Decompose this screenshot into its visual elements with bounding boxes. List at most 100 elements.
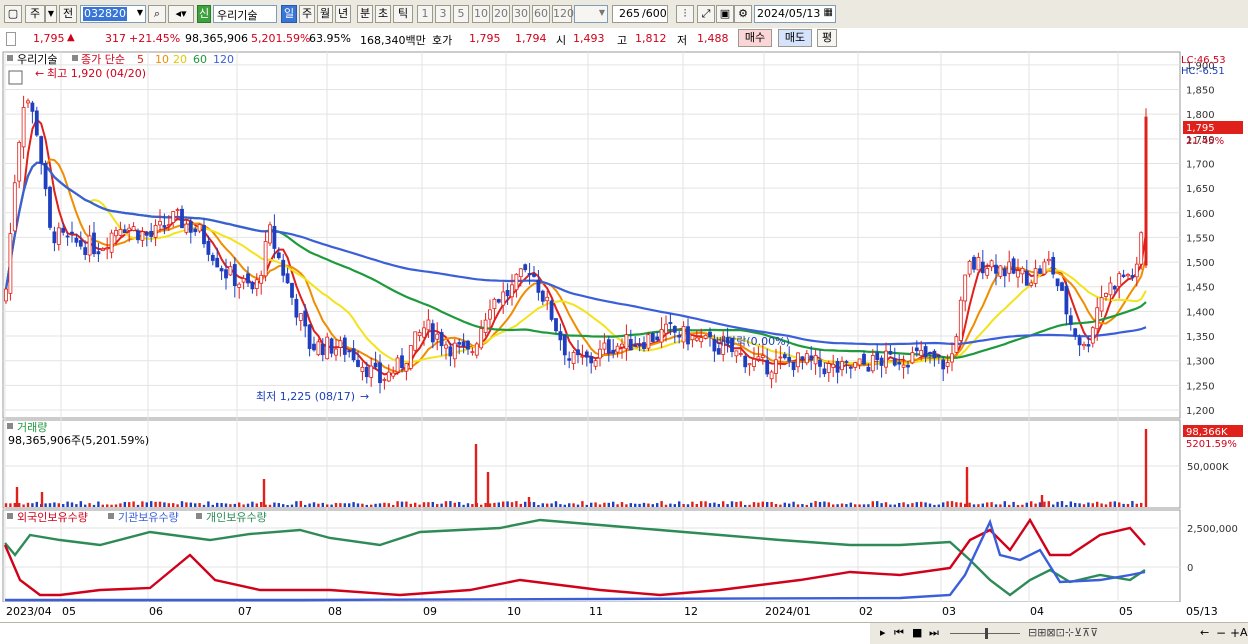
ask-price: 1,795 [469, 32, 501, 45]
open-label: 시 [556, 34, 567, 47]
count-field[interactable]: 265 /600 [612, 5, 668, 23]
candle-body [52, 231, 57, 244]
sound-icon[interactable]: ◂▾ [168, 5, 194, 23]
candle-body [998, 265, 1003, 277]
volume-bar [40, 492, 44, 507]
volume-bar [766, 501, 769, 507]
candle-body [276, 252, 281, 259]
calculator-icon [8, 70, 23, 85]
market-type-button[interactable]: 전 [59, 5, 77, 23]
zoom-in-icon[interactable]: + [1230, 626, 1240, 640]
volume-bar [110, 504, 113, 507]
candle-body [8, 233, 13, 294]
candle-body [197, 224, 202, 232]
last-price-label: 1,795 [1186, 123, 1215, 134]
volume-bar [946, 501, 949, 507]
last-volume-label: 98,366K [1186, 427, 1228, 438]
chart-tools-icon[interactable]: ⊟⊞⊠⊡⊹⊻⊼⊽ [1028, 626, 1098, 639]
candle-body [1038, 268, 1042, 274]
rewind-icon[interactable]: ⏮ [894, 626, 904, 640]
stock-code-input[interactable]: 032820 ▼ [80, 5, 146, 23]
time-tick-label: 09 [423, 605, 437, 618]
chevron-down-icon[interactable]: ▼ [599, 8, 605, 17]
interval-60-button[interactable]: 60 [532, 5, 550, 23]
candle-icon[interactable]: ⫶ [676, 5, 694, 23]
volume-bar [383, 502, 386, 507]
bid-price: 1,794 [515, 32, 547, 45]
interval-120-button[interactable]: 120 [552, 5, 574, 23]
interval-1-button[interactable]: 1 [417, 5, 433, 23]
legend-foreign: 외국인보유수량 [17, 511, 88, 524]
volume-bar [779, 504, 782, 507]
candle-body [210, 254, 215, 261]
interval-10-button[interactable]: 10 [472, 5, 490, 23]
stock-chart[interactable]: 1,900 1,850 1,800 1,750 1,700 1,650 1,600 1,550… [0, 50, 1248, 643]
sell-button[interactable]: 매도 [778, 29, 812, 47]
panel-icon [7, 513, 13, 519]
save-icon[interactable]: ▣ [716, 5, 734, 23]
candle-body [501, 291, 506, 306]
gear-icon[interactable]: ⚙ [734, 5, 752, 23]
period-second-button[interactable]: 초 [375, 5, 391, 23]
candle-body [708, 331, 712, 338]
chevron-down-icon[interactable]: ▼ [137, 8, 143, 17]
interval-3-button[interactable]: 3 [435, 5, 451, 23]
ma10-label: 10 [155, 53, 169, 66]
volume-bar [1082, 504, 1086, 507]
candle-body [285, 273, 290, 284]
volume-bar [150, 501, 153, 507]
chart-canvas[interactable]: 1,9001,8501,8001,7501,7001,6501,6001,550… [0, 50, 1248, 622]
period-week-button[interactable]: 주 [299, 5, 315, 23]
chevron-down-icon[interactable]: ▼ [45, 5, 57, 23]
low-label: 저 [677, 34, 688, 47]
stock-name-field[interactable]: 우리기술 [213, 5, 277, 23]
fast-forward-icon[interactable]: ⏭ [929, 626, 939, 640]
layout-icon[interactable]: ▢ [4, 5, 22, 23]
candle-body [219, 268, 224, 272]
volume-bar [198, 503, 201, 507]
volume-bar [744, 504, 747, 507]
candle-body [1082, 343, 1086, 347]
volume-bar [84, 504, 87, 507]
zoom-out-icon[interactable]: − [1216, 626, 1226, 640]
candle-body [391, 372, 396, 377]
calendar-icon[interactable]: ▦ [824, 7, 833, 18]
font-icon[interactable]: A [1240, 626, 1248, 639]
interval-5-button[interactable]: 5 [453, 5, 469, 23]
candle-body [312, 343, 316, 351]
trade-amount: 168,340백만 [360, 34, 426, 47]
stop-icon[interactable]: ■ [912, 626, 922, 639]
scroll-left-icon[interactable]: ← [1200, 626, 1209, 639]
candle-body [870, 355, 875, 372]
candle-body [254, 279, 259, 289]
custom-interval-input[interactable]: ▼ [574, 5, 608, 23]
zoom-slider-handle[interactable] [985, 628, 988, 639]
candle-body [43, 162, 48, 190]
scroll-right-icon[interactable]: ▸ [880, 626, 886, 639]
period-day-button[interactable]: 일 [281, 5, 297, 23]
date-field[interactable]: 2024/05/13 ▦ [754, 5, 836, 23]
period-tick-button[interactable]: 틱 [393, 5, 413, 23]
candle-body [307, 324, 312, 349]
period-year-button[interactable]: 년 [335, 5, 351, 23]
period-minute-button[interactable]: 분 [357, 5, 373, 23]
volume-bar [282, 504, 285, 507]
candle-body [149, 230, 154, 237]
volume-bar [493, 502, 496, 507]
candle-body [1104, 292, 1108, 297]
search-icon[interactable]: ⌕ [148, 5, 166, 23]
panel-toggle-icon[interactable] [6, 32, 16, 46]
candle-body [699, 337, 704, 343]
eval-button[interactable]: 평 [817, 29, 837, 47]
draw-icon[interactable]: ⤢ [697, 5, 715, 23]
candle-body [268, 224, 272, 244]
period-type-select[interactable]: 주 [25, 5, 45, 23]
volume-bar [145, 502, 148, 507]
buy-button[interactable]: 매수 [738, 29, 772, 47]
interval-30-button[interactable]: 30 [512, 5, 530, 23]
volume-bar [999, 504, 1002, 507]
interval-20-button[interactable]: 20 [492, 5, 510, 23]
volume-bar [304, 504, 307, 507]
volume-bar [774, 503, 778, 507]
period-month-button[interactable]: 월 [317, 5, 333, 23]
